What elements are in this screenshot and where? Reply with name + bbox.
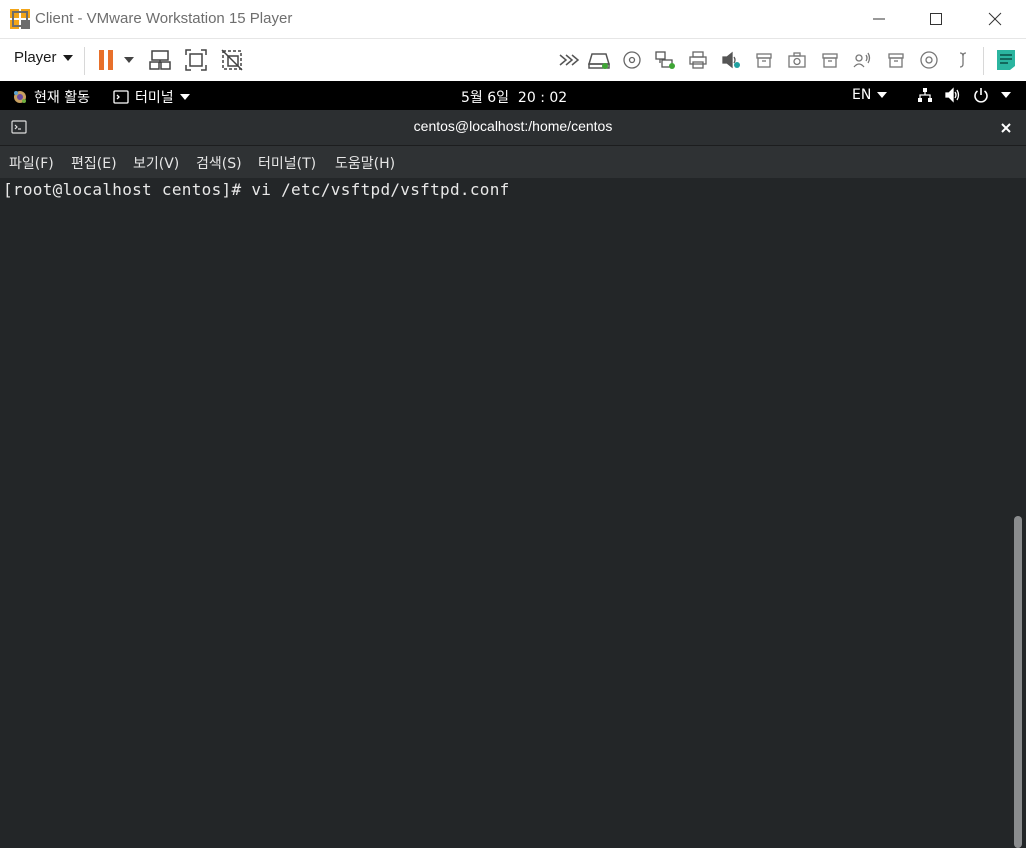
activities-label: 현재 활동 xyxy=(34,90,90,106)
vmware-app-icon xyxy=(10,9,30,29)
close-icon xyxy=(1001,123,1011,133)
system-menu-button[interactable] xyxy=(917,87,1011,103)
full-screen-icon xyxy=(185,49,207,71)
chevron-down-icon xyxy=(179,94,190,100)
full-screen-button[interactable] xyxy=(183,47,209,73)
menu-help[interactable]: 도움말(H) xyxy=(335,153,395,173)
gnome-top-bar: 현재 활동 터미널 5월 6일 20 : 02 EN xyxy=(0,81,1026,110)
message-log-icon xyxy=(997,50,1015,70)
usb-device-button-3[interactable] xyxy=(886,50,906,70)
clock-button[interactable]: 5월 6일 20 : 02 xyxy=(461,87,567,107)
minimize-icon xyxy=(873,18,885,20)
terminal-close-button[interactable] xyxy=(996,118,1016,138)
close-button[interactable] xyxy=(975,5,1015,33)
network-adapter-icon xyxy=(655,51,675,69)
app-menu-label: 터미널 xyxy=(135,90,174,106)
menu-terminal[interactable]: 터미널(T) xyxy=(258,153,316,173)
network-wired-icon xyxy=(918,88,932,102)
cd-button[interactable] xyxy=(919,50,939,70)
send-ctrl-alt-del-icon xyxy=(149,50,171,70)
usb-device-icon xyxy=(888,53,904,68)
usb-device-icon xyxy=(822,53,838,68)
gnome-logo-icon xyxy=(14,91,26,103)
vmware-toolbar: Player xyxy=(0,38,1026,82)
dropdown-arrow-icon xyxy=(124,57,134,63)
camera-icon xyxy=(788,52,806,68)
player-menu-label: Player xyxy=(14,49,57,66)
pause-icon xyxy=(99,50,113,70)
menu-edit[interactable]: 편집(E) xyxy=(71,153,117,173)
app-menu-button[interactable]: 터미널 xyxy=(113,87,190,107)
terminal-icon xyxy=(113,90,129,104)
printer-icon xyxy=(689,51,707,69)
terminal-title: centos@localhost:/home/centos xyxy=(413,118,613,134)
activities-button[interactable]: 현재 활동 xyxy=(12,87,90,107)
printer-button[interactable] xyxy=(688,50,708,70)
minimize-button[interactable] xyxy=(859,5,899,33)
more-devices-button[interactable] xyxy=(558,50,580,70)
terminal-menubar: 파일(F) 편집(E) 보기(V) 검색(S) 터미널(T) 도움말(H) xyxy=(0,146,1026,178)
bluetooth-button[interactable] xyxy=(852,50,872,70)
close-icon xyxy=(988,12,1002,26)
unity-icon xyxy=(221,49,243,71)
unity-button[interactable] xyxy=(219,47,245,73)
network-adapter-button[interactable] xyxy=(654,50,675,70)
hard-disk-button[interactable] xyxy=(587,50,611,70)
usb-device-icon xyxy=(756,53,772,68)
pause-button[interactable] xyxy=(93,47,119,73)
volume-icon xyxy=(945,87,960,103)
menu-view[interactable]: 보기(V) xyxy=(133,153,179,173)
message-log-button[interactable] xyxy=(993,47,1019,73)
settings-icon xyxy=(959,52,967,68)
camera-button[interactable] xyxy=(787,50,807,70)
terminal-scrollbar[interactable] xyxy=(1014,516,1022,848)
menu-search[interactable]: 검색(S) xyxy=(196,153,242,173)
toolbar-divider xyxy=(983,47,984,75)
chevron-down-icon xyxy=(62,54,73,61)
maximize-button[interactable] xyxy=(916,5,956,33)
settings-button[interactable] xyxy=(953,50,973,70)
terminal-headerbar: centos@localhost:/home/centos xyxy=(0,110,1026,146)
terminal-output[interactable]: [root@localhost centos]# vi /etc/vsftpd/… xyxy=(0,178,1026,851)
window-title: Client - VMware Workstation 15 Player xyxy=(35,10,293,27)
power-icon xyxy=(974,88,988,103)
input-source-label: EN xyxy=(852,87,872,103)
usb-device-button-2[interactable] xyxy=(820,50,840,70)
sound-card-button[interactable] xyxy=(721,50,741,70)
send-ctrl-alt-del-button[interactable] xyxy=(147,47,173,73)
sound-card-icon xyxy=(722,51,740,69)
window-titlebar: Client - VMware Workstation 15 Player xyxy=(0,0,1026,38)
hard-disk-icon xyxy=(587,53,611,69)
menu-file[interactable]: 파일(F) xyxy=(9,153,54,173)
more-devices-icon xyxy=(559,54,580,66)
toolbar-divider xyxy=(84,47,85,75)
maximize-icon xyxy=(930,13,942,25)
chevron-down-icon xyxy=(877,92,888,98)
bluetooth-icon xyxy=(853,52,871,68)
cd-icon xyxy=(920,51,938,69)
chevron-down-icon xyxy=(1001,92,1011,98)
pause-dropdown-button[interactable] xyxy=(118,47,140,73)
player-menu-button[interactable]: Player xyxy=(14,49,73,66)
usb-device-button[interactable] xyxy=(754,50,774,70)
command-line: [root@localhost centos]# vi /etc/vsftpd/… xyxy=(3,180,510,199)
clock-label: 5월 6일 20 : 02 xyxy=(461,90,568,106)
cd-dvd-icon xyxy=(623,51,641,69)
cd-dvd-button[interactable] xyxy=(622,50,642,70)
input-source-button[interactable]: EN xyxy=(852,87,888,103)
